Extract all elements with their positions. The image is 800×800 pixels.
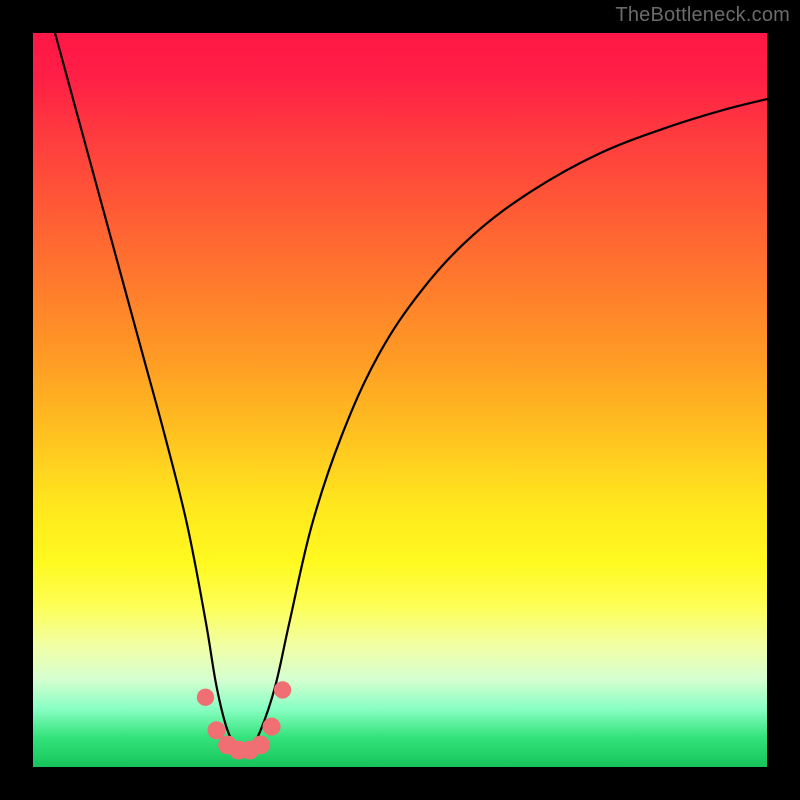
- valley-dot: [207, 721, 225, 739]
- valley-dot: [251, 736, 270, 755]
- valley-markers: [197, 681, 291, 759]
- chart-frame: TheBottleneck.com: [0, 0, 800, 800]
- chart-svg: [33, 33, 767, 767]
- valley-dot: [263, 718, 281, 736]
- watermark-text: TheBottleneck.com: [615, 4, 790, 27]
- bottleneck-curve: [55, 33, 767, 751]
- valley-dot: [274, 681, 291, 698]
- valley-dot: [197, 689, 214, 706]
